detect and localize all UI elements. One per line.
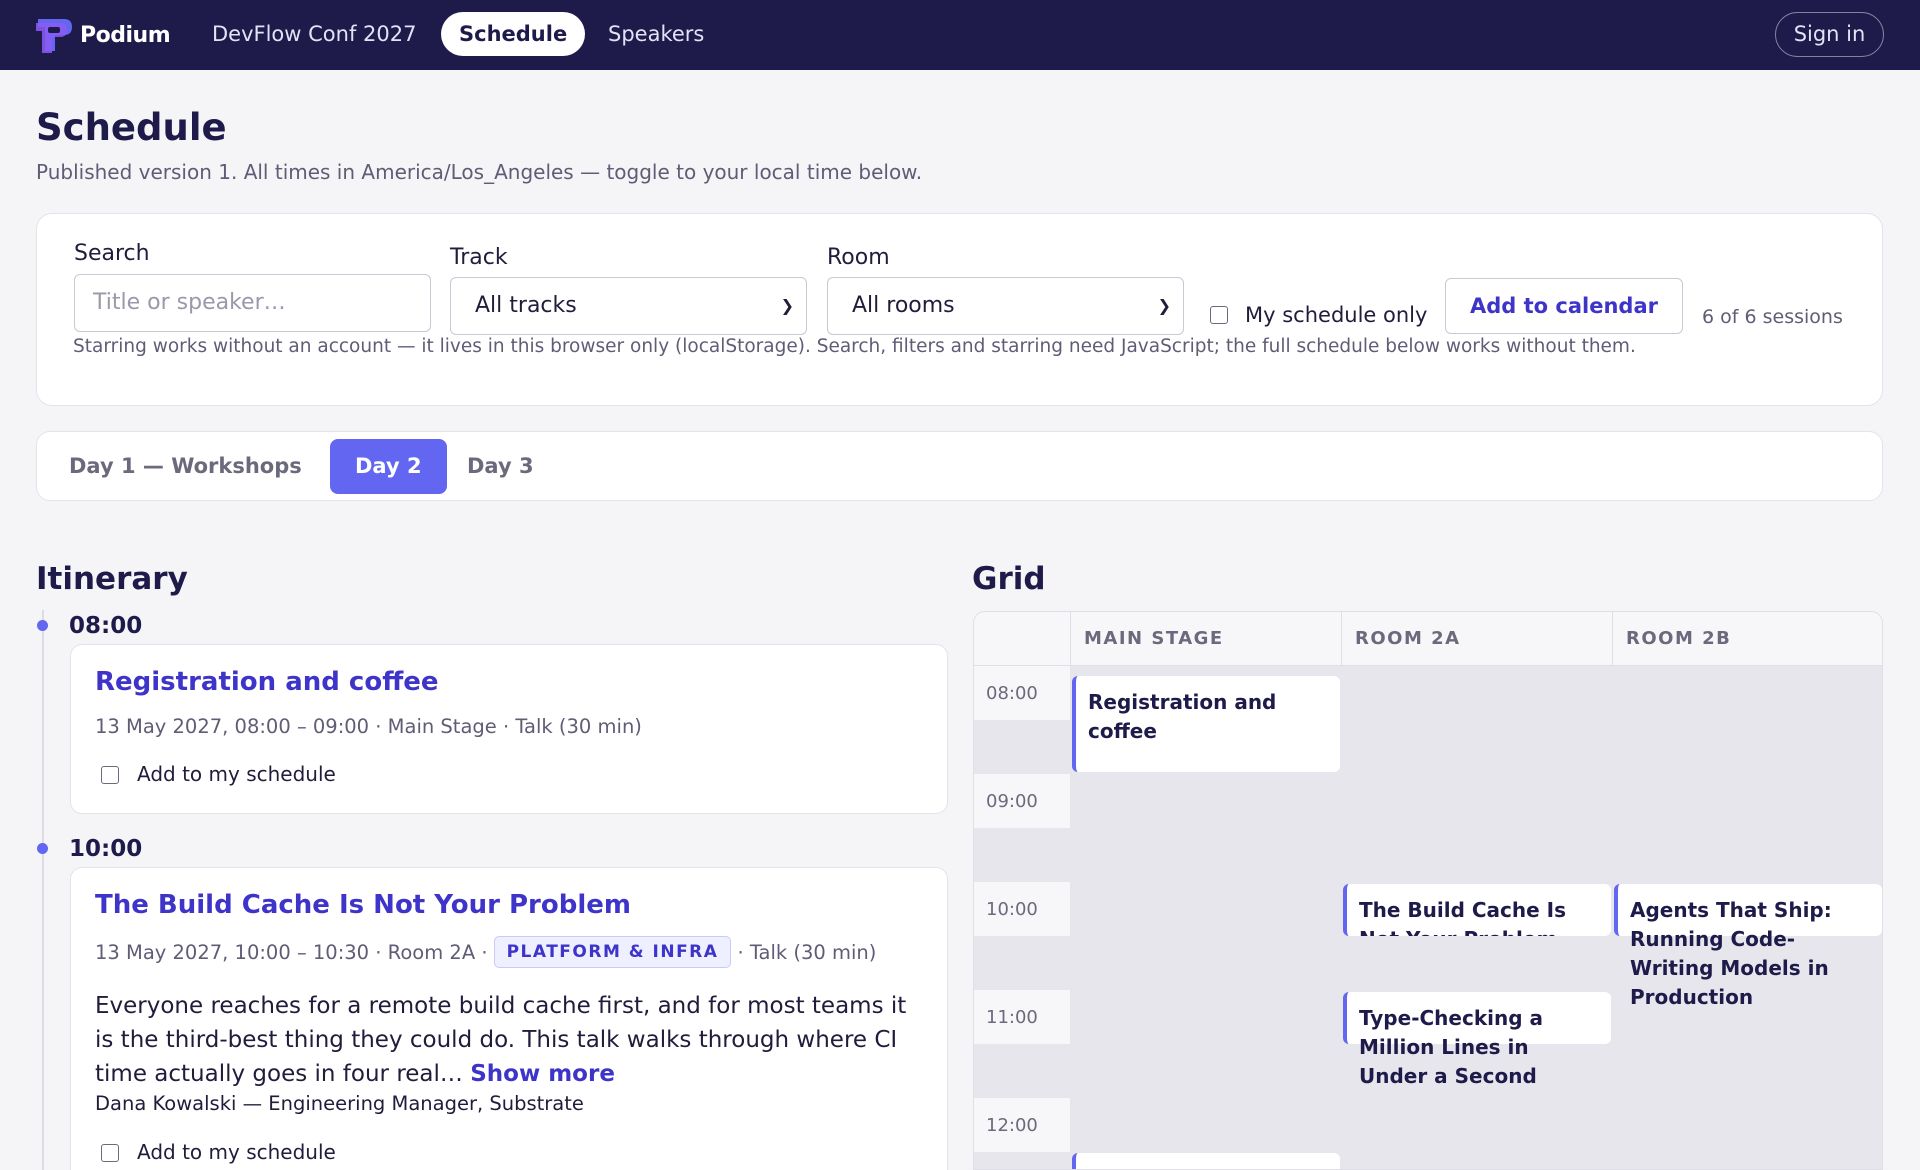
grid-time-label: 08:00 [974,666,1070,720]
column-header-room-2b: ROOM 2B [1612,612,1882,666]
nav-link-speakers[interactable]: Speakers [590,12,722,56]
grid-session-agents-that-ship[interactable]: Agents That Ship: Running Code-Writing M… [1614,884,1882,1009]
tab-day-1[interactable]: Day 1 — Workshops [44,439,327,494]
filters-card: Search Title or speaker… Track All track… [36,213,1883,406]
add-to-schedule-label: Add to my schedule [137,762,336,786]
slot-time: 10:00 [69,836,143,862]
grid-time-label: 10:00 [974,882,1070,936]
chevron-down-icon: ❯ [780,296,794,315]
track-label: Track [450,245,508,270]
session-meta-time-room: 13 May 2027, 10:00 – 10:30 · Room 2A · [95,940,488,964]
grid-session-registration[interactable]: Registration and coffee [1072,676,1340,772]
nav-link-conference[interactable]: DevFlow Conf 2027 [194,12,434,56]
page-title: Schedule [36,106,227,149]
track-select[interactable]: All tracks ❯ [450,277,807,335]
add-to-schedule-checkbox[interactable] [101,1144,119,1162]
column-header-room-2a: ROOM 2A [1341,612,1612,666]
my-schedule-label: My schedule only [1245,303,1428,327]
grid-title: Grid [972,561,1046,597]
slot-time: 08:00 [69,613,143,639]
show-more-link[interactable]: Show more [470,1061,615,1087]
grid-session-next[interactable] [1072,1153,1340,1169]
session-meta-format: · Talk (30 min) [737,940,877,964]
column-header-main-stage: MAIN STAGE [1070,612,1341,666]
session-meta: 13 May 2027, 08:00 – 09:00 · Main Stage … [95,715,642,738]
brand-logo[interactable]: Podium [34,16,171,54]
day-tabs: Day 1 — Workshops Day 2 Day 3 [36,431,1883,501]
timeline-dot [37,843,48,854]
grid-time-label: 11:00 [974,990,1070,1044]
page-subtitle: Published version 1. All times in Americ… [36,160,923,184]
room-label: Room [827,245,890,270]
tab-day-3[interactable]: Day 3 [442,439,559,494]
grid-time-label: 12:00 [974,1098,1070,1152]
grid-time-label: 09:00 [974,774,1070,828]
add-to-schedule-checkbox[interactable] [101,766,119,784]
timeline-line [42,610,44,1170]
podium-logo-icon [36,19,72,53]
add-to-calendar-button[interactable]: Add to calendar [1445,278,1683,334]
session-count: 6 of 6 sessions [1702,306,1843,328]
search-input[interactable]: Title or speaker… [74,274,431,332]
filters-note: Starring works without an account — it l… [73,336,1636,357]
brand-name: Podium [80,22,171,48]
tab-day-2[interactable]: Day 2 [330,439,447,494]
grid-session-type-checking[interactable]: Type-Checking a Million Lines in Under a… [1343,992,1611,1088]
schedule-grid: MAIN STAGE ROOM 2A ROOM 2B 08:00 09:00 1… [973,611,1883,1170]
session-meta: 13 May 2027, 10:00 – 10:30 · Room 2A · P… [95,936,876,968]
session-description: Everyone reaches for a remote build cach… [95,989,925,1091]
session-card: The Build Cache Is Not Your Problem 13 M… [70,867,948,1170]
sign-in-button[interactable]: Sign in [1775,12,1884,57]
session-title-link[interactable]: The Build Cache Is Not Your Problem [95,890,631,920]
timeline-dot [37,620,48,631]
search-label: Search [74,241,150,266]
grid-session-build-cache[interactable]: The Build Cache Is Not Your Problem [1343,884,1611,936]
room-select-value: All rooms [852,293,955,318]
chevron-down-icon: ❯ [1157,296,1171,315]
itinerary-title: Itinerary [36,561,188,597]
my-schedule-checkbox[interactable] [1210,306,1228,324]
room-select[interactable]: All rooms ❯ [827,277,1184,335]
session-card: Registration and coffee 13 May 2027, 08:… [70,644,948,814]
top-nav: Podium DevFlow Conf 2027 Schedule Speake… [0,0,1920,70]
nav-link-schedule[interactable]: Schedule [441,12,586,56]
track-badge: PLATFORM & INFRA [493,936,732,968]
add-to-schedule-label: Add to my schedule [137,1140,336,1164]
track-select-value: All tracks [475,293,577,318]
grid-header-row: MAIN STAGE ROOM 2A ROOM 2B [974,612,1882,666]
session-speaker: Dana Kowalski — Engineering Manager, Sub… [95,1092,584,1115]
session-title-link[interactable]: Registration and coffee [95,667,439,697]
